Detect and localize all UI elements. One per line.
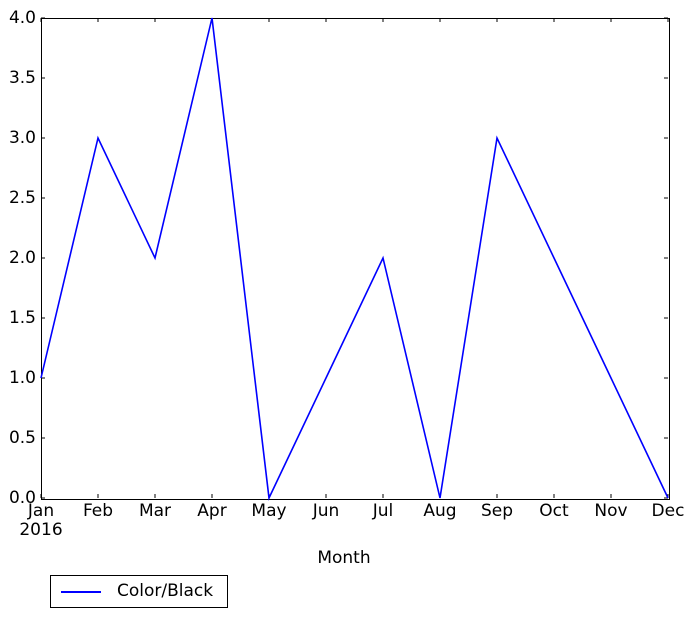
x-axis-tick-label: Sep xyxy=(480,501,514,521)
x-axis-tick-sublabel: 2016 xyxy=(19,520,63,540)
data-series-group xyxy=(40,17,669,501)
x-axis-tick-label: Nov xyxy=(594,501,628,521)
legend-box: Color/Black xyxy=(50,575,229,608)
x-axis-tick-label: Jul xyxy=(372,501,394,521)
x-axis-tick-label: Oct xyxy=(539,501,569,521)
x-axis-tick-label: Mar xyxy=(138,501,172,521)
x-axis-tick-label: Jan xyxy=(27,501,55,521)
x-axis-tick-label: Feb xyxy=(82,501,114,521)
x-axis-tick-label: Dec xyxy=(651,501,685,521)
x-axis-tick-label: Jun xyxy=(312,501,340,521)
x-axis-tick-label: Apr xyxy=(197,501,227,521)
x-axis-tick-label: May xyxy=(251,501,287,521)
legend-line-sample-icon xyxy=(61,590,101,593)
x-axis-title: Month xyxy=(317,548,371,568)
plot-area xyxy=(40,17,669,501)
legend-entry-label: Color/Black xyxy=(117,581,214,601)
x-axis-tick-label: Aug xyxy=(423,501,457,521)
figure-canvas: 0.0 0.5 1.0 1.5 2.0 2.5 3.0 3.5 4.0 Jan 2016 Feb Ma… xyxy=(0,0,688,621)
data-series-line xyxy=(40,17,669,501)
tick-marks xyxy=(40,17,669,499)
